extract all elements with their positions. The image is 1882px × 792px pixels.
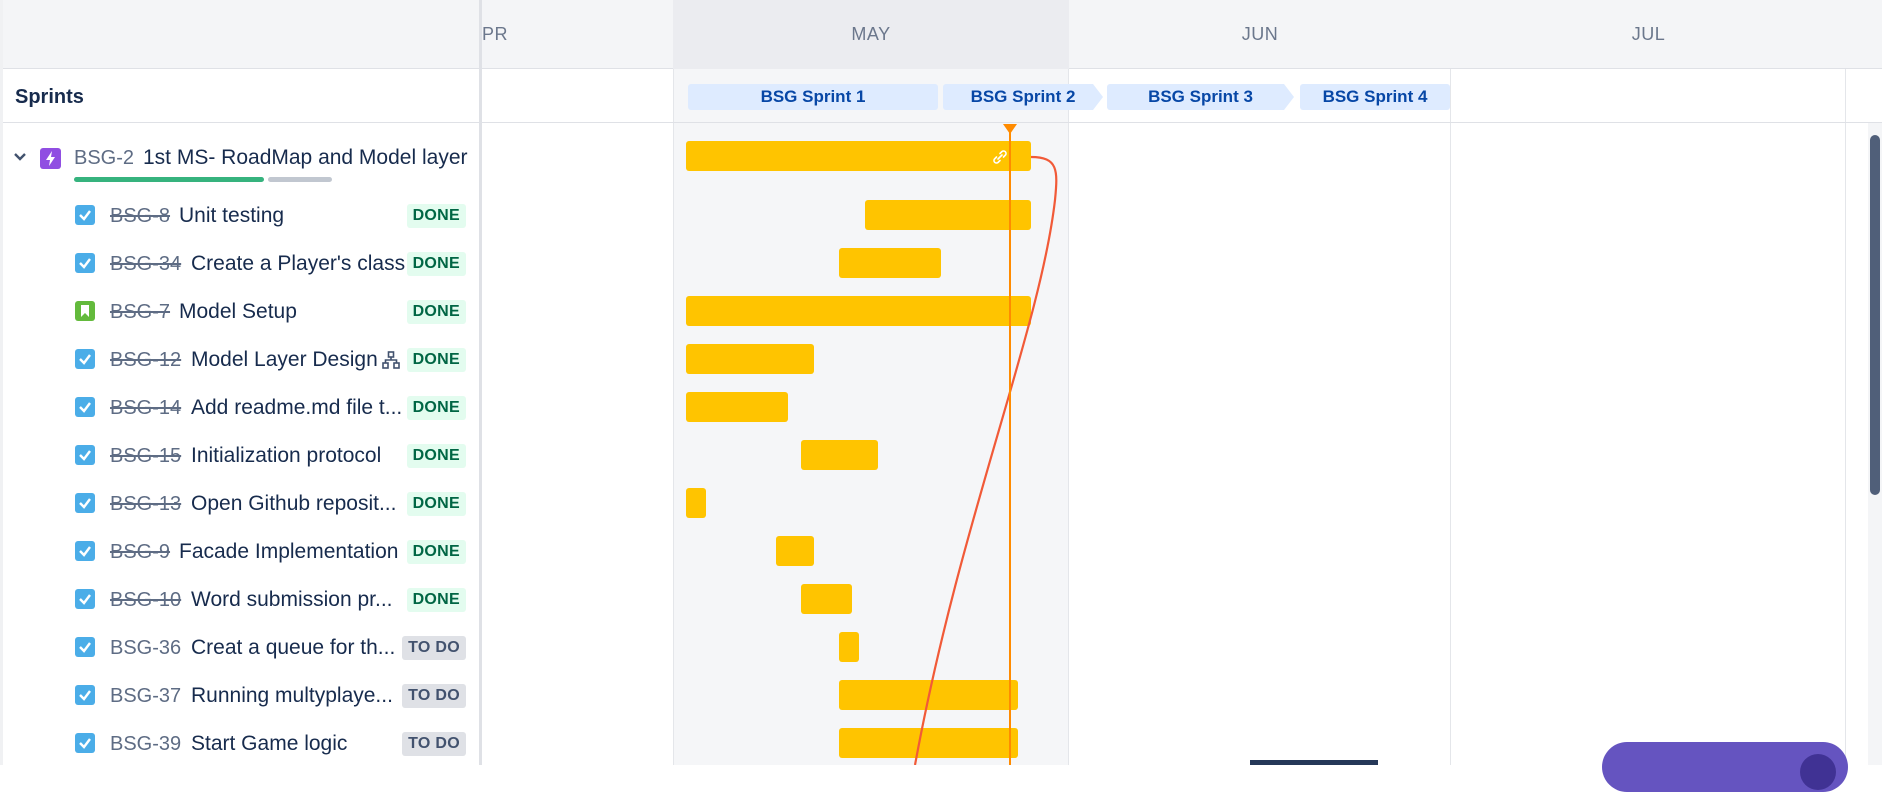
- bottom-panel-tab[interactable]: [1250, 760, 1378, 765]
- scrollbar-thumb[interactable]: [1870, 135, 1880, 495]
- today-line: [1009, 127, 1011, 765]
- dependency-line[interactable]: [0, 0, 1882, 765]
- floating-action-icon[interactable]: [1800, 754, 1836, 790]
- floating-action-button[interactable]: [1602, 742, 1848, 792]
- today-marker-icon: [1003, 124, 1017, 134]
